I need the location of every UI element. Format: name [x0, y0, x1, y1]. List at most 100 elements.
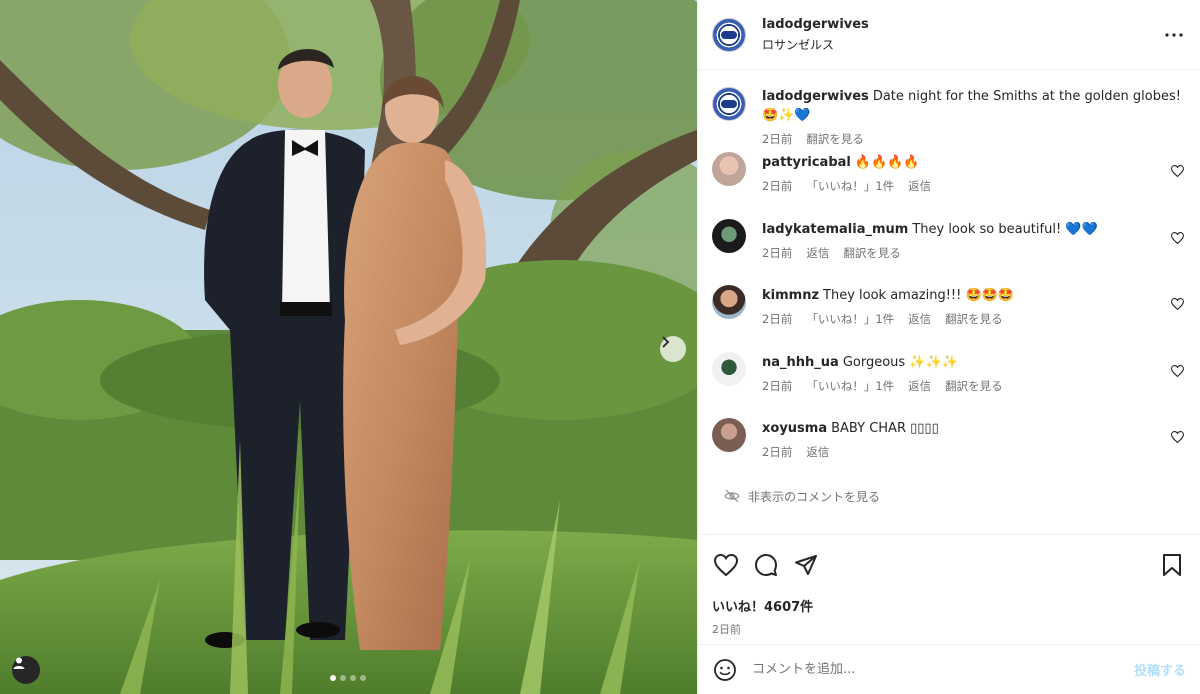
comment-body: xoyusma BABY CHAR ▯▯▯▯ 2日前 返信 — [762, 419, 1186, 460]
comment-text: ladykatemalia_mum They look so beautiful!… — [762, 220, 1186, 239]
comment-likes-link[interactable]: 「いいね！」1件 — [806, 178, 894, 194]
like-comment-heart-icon[interactable] — [1171, 165, 1184, 177]
like-comment-heart-icon[interactable] — [1171, 231, 1184, 244]
comment-bubble-icon — [755, 553, 777, 576]
comment-body: kimmnz They look amazing!!! 🤩🤩🤩 2日前 「いいね！… — [762, 286, 1186, 327]
comment-message: They look so beautiful! 💙💙 — [912, 221, 1098, 237]
post-date: 2日前 — [712, 623, 741, 636]
comment-item: ladykatemalia_mum They look so beautiful!… — [712, 218, 1186, 287]
comment-meta: 2日前 「いいね！」1件 返信 翻訳を見る — [762, 311, 1186, 327]
photo-illustration — [0, 0, 697, 694]
comment-likes-link[interactable]: 「いいね！」1件 — [806, 378, 894, 394]
commenter-avatar[interactable] — [712, 351, 746, 386]
comment-input[interactable] — [752, 662, 1134, 677]
caption-emoji: 🤩✨💙 — [762, 108, 811, 123]
comment-text: kimmnz They look amazing!!! 🤩🤩🤩 — [762, 286, 1186, 305]
comment-meta: 2日前 「いいね！」1件 返信 翻訳を見る — [762, 378, 1186, 394]
see-translation-link[interactable]: 翻訳を見る — [945, 311, 1003, 327]
see-translation-link[interactable]: 翻訳を見る — [806, 131, 864, 147]
commenter-avatar[interactable] — [712, 218, 746, 253]
author-username[interactable]: ladodgerwives — [762, 17, 1162, 32]
like-button[interactable] — [712, 551, 740, 579]
comment-text: na_hhh_ua Gorgeous ✨✨✨ — [762, 353, 1186, 372]
comment-time: 2日前 — [762, 179, 793, 193]
emoji-picker-button[interactable] — [712, 657, 738, 683]
carousel-dot — [360, 675, 366, 681]
user-icon — [13, 657, 25, 669]
reply-link[interactable]: 返信 — [806, 245, 829, 261]
share-button[interactable] — [792, 551, 820, 579]
commenter-username[interactable]: kimmnz — [762, 288, 819, 303]
caption-message: Date night for the Smiths at the golden … — [872, 89, 1181, 104]
comment-time: 2日前 — [762, 378, 793, 393]
post-comment-button[interactable]: 投稿する — [1134, 660, 1186, 679]
post-photo[interactable] — [0, 0, 697, 694]
commenter-username[interactable]: xoyusma — [762, 421, 827, 436]
commenter-avatar[interactable] — [712, 152, 746, 186]
carousel-dots — [330, 675, 366, 681]
comment-body: pattyricabal 🔥🔥🔥🔥 2日前 「いいね！」1件 返信 — [762, 153, 1186, 194]
carousel-dot — [350, 675, 356, 681]
commenter-avatar[interactable] — [712, 418, 746, 452]
more-options-button[interactable] — [1162, 23, 1186, 47]
like-comment-heart-icon[interactable] — [1171, 298, 1184, 310]
like-comment-heart-icon[interactable] — [1171, 364, 1184, 377]
see-translation-link[interactable]: 翻訳を見る — [945, 378, 1003, 394]
add-comment-bar: 投稿する — [698, 644, 1200, 694]
view-hidden-comments[interactable]: 非表示のコメントを見る — [712, 488, 1186, 505]
reply-link[interactable]: 返信 — [908, 378, 931, 394]
likes-block: いいね！4607件 2日前 — [698, 594, 1200, 644]
carousel-next-button[interactable] — [660, 336, 686, 362]
view-hidden-comments-label: 非表示のコメントを見る — [748, 489, 881, 504]
commenter-username[interactable]: pattyricabal — [762, 155, 851, 170]
commenter-username[interactable]: na_hhh_ua — [762, 355, 839, 370]
post-side-panel: ladodgerwives ロサンゼルス ladodgerwives Date n… — [697, 0, 1200, 694]
comment-item: pattyricabal 🔥🔥🔥🔥 2日前 「いいね！」1件 返信 — [712, 152, 1186, 220]
caption-time: 2日前 — [762, 132, 793, 146]
comment-item: kimmnz They look amazing!!! 🤩🤩🤩 2日前 「いいね！… — [712, 285, 1186, 353]
comment-item: xoyusma BABY CHAR ▯▯▯▯ 2日前 返信 — [712, 418, 1186, 486]
commenter-username[interactable]: ladykatemalia_mum — [762, 222, 908, 237]
comment-time: 2日前 — [762, 245, 793, 260]
comment-message: They look amazing!!! 🤩🤩🤩 — [823, 288, 1015, 303]
caption-body: ladodgerwives Date night for the Smiths a… — [762, 87, 1186, 147]
tagged-users-button[interactable] — [12, 656, 40, 684]
more-horizontal-icon — [1165, 32, 1183, 37]
caption-avatar[interactable] — [712, 87, 746, 121]
eye-off-icon — [724, 489, 740, 503]
comment-meta: 2日前 返信 翻訳を見る — [762, 245, 1186, 261]
like-count[interactable]: いいね！4607件 — [712, 596, 1186, 615]
post-header: ladodgerwives ロサンゼルス — [698, 0, 1200, 70]
smiley-icon — [714, 658, 736, 681]
commenter-avatar[interactable] — [712, 285, 746, 319]
reply-link[interactable]: 返信 — [908, 311, 931, 327]
comment-likes-link[interactable]: 「いいね！」1件 — [806, 311, 894, 327]
comment-meta: 2日前 「いいね！」1件 返信 — [762, 178, 1186, 194]
like-comment-heart-icon[interactable] — [1171, 431, 1184, 443]
comment-time: 2日前 — [762, 312, 793, 326]
comment-body: ladykatemalia_mum They look so beautiful!… — [762, 220, 1186, 261]
post-location[interactable]: ロサンゼルス — [762, 36, 1162, 53]
heart-icon — [714, 553, 738, 576]
comments-list: ladodgerwives Date night for the Smiths a… — [698, 70, 1200, 534]
post-actions-bar — [698, 534, 1200, 594]
author-info: ladodgerwives ロサンゼルス — [762, 17, 1162, 53]
see-translation-link[interactable]: 翻訳を見る — [843, 245, 901, 261]
reply-link[interactable]: 返信 — [908, 178, 931, 194]
comment-time: 2日前 — [762, 445, 793, 459]
caption: ladodgerwives Date night for the Smiths a… — [712, 70, 1186, 153]
comment-body: na_hhh_ua Gorgeous ✨✨✨ 2日前 「いいね！」1件 返信 翻訳… — [762, 353, 1186, 394]
comment-text: pattyricabal 🔥🔥🔥🔥 — [762, 153, 1186, 172]
comment-message: Gorgeous ✨✨✨ — [842, 354, 958, 370]
comment-text: xoyusma BABY CHAR ▯▯▯▯ — [762, 419, 1186, 438]
author-avatar[interactable] — [712, 17, 746, 52]
carousel-dot — [340, 675, 346, 681]
caption-username[interactable]: ladodgerwives — [762, 89, 869, 104]
save-button[interactable] — [1158, 551, 1186, 579]
comment-message: BABY CHAR ▯▯▯▯ — [831, 421, 939, 436]
chevron-right-icon — [662, 336, 670, 348]
comment-button[interactable] — [752, 551, 780, 579]
caption-meta: 2日前 翻訳を見る — [762, 131, 1186, 147]
caption-text: ladodgerwives Date night for the Smiths a… — [762, 87, 1186, 125]
reply-link[interactable]: 返信 — [806, 444, 829, 460]
